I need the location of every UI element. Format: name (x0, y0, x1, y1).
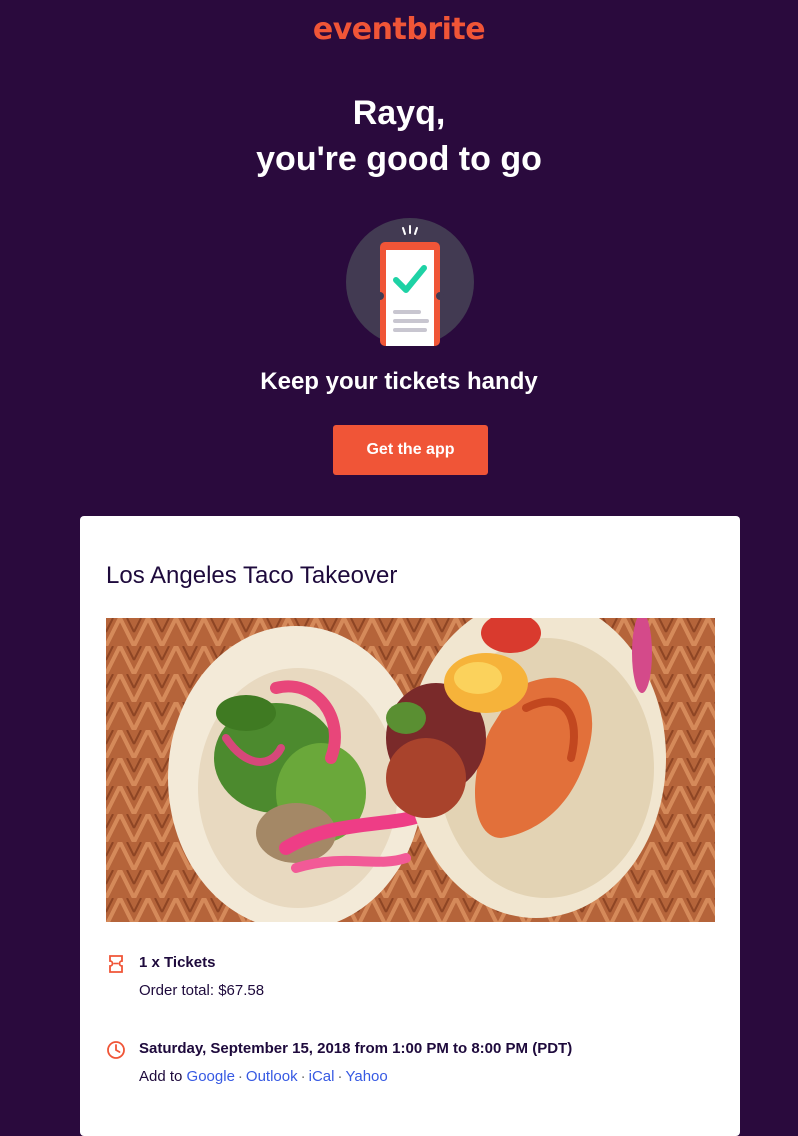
calendar-link-ical[interactable]: iCal (309, 1068, 335, 1085)
calendar-link-google[interactable]: Google (187, 1068, 235, 1085)
separator-dot: · (237, 1068, 243, 1085)
confirmation-headline: Rayq, you're good to go (0, 90, 798, 182)
ticket-quantity: 1 x Tickets (139, 954, 216, 971)
phone-ticket-check-icon (346, 218, 474, 346)
clock-icon (107, 1041, 125, 1059)
get-the-app-button[interactable]: Get the app (333, 425, 488, 475)
tagline: Keep your tickets handy (260, 368, 538, 395)
greeting-message: you're good to go (256, 140, 542, 178)
add-to-calendar: Add to Google · Outlook · iCal · Yahoo (139, 1068, 388, 1085)
add-to-label: Add to (139, 1068, 187, 1085)
greeting-name: Rayq, (352, 94, 446, 132)
hero-section: eventbrite Rayq, you're good to go Keep … (0, 0, 798, 520)
separator-dot: · (337, 1068, 343, 1085)
event-date-time: Saturday, September 15, 2018 from 1:00 P… (139, 1040, 573, 1057)
event-card: Los Angeles Taco Takeover 1 x Tickets Or… (80, 516, 740, 1136)
ticket-icon (109, 955, 123, 973)
separator-dot: · (300, 1068, 306, 1085)
event-image[interactable] (106, 618, 715, 922)
event-title[interactable]: Los Angeles Taco Takeover (106, 562, 397, 590)
eventbrite-logo[interactable]: eventbrite (0, 12, 798, 47)
calendar-link-outlook[interactable]: Outlook (246, 1068, 298, 1085)
tacos-photo (106, 618, 715, 922)
order-total: Order total: $67.58 (139, 982, 265, 999)
calendar-link-yahoo[interactable]: Yahoo (345, 1068, 387, 1085)
